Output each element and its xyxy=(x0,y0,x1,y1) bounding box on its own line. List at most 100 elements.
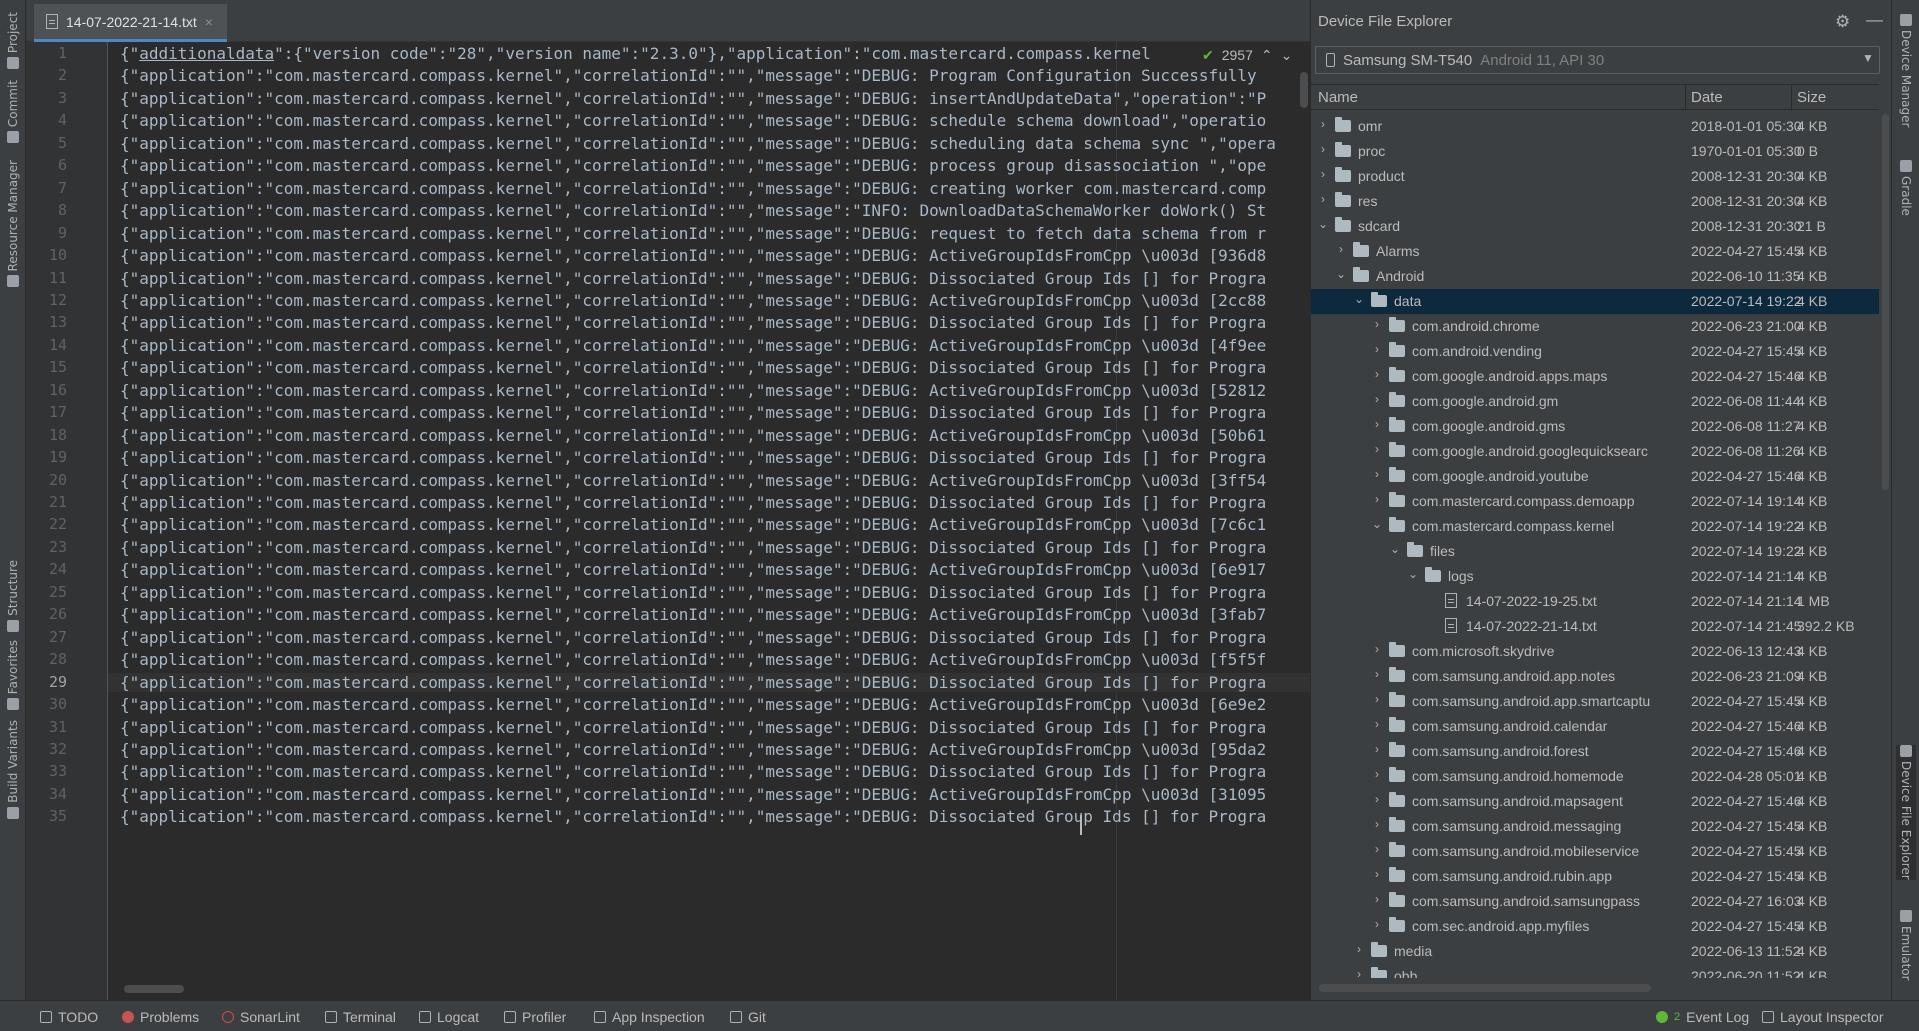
tree-folder-row[interactable]: › com.samsung.android.samsungpass 2022-04-… xyxy=(1311,889,1879,914)
tree-folder-row[interactable]: › res 2008-12-31 20:30 4 KB xyxy=(1311,189,1879,214)
chevron-right-icon[interactable]: › xyxy=(1334,242,1348,256)
editor-vertical-scrollbar[interactable] xyxy=(1300,72,1308,108)
code-area[interactable]: {"additionaldata":{"version code":"28","… xyxy=(108,42,1310,1000)
chevron-right-icon[interactable]: › xyxy=(1370,467,1384,481)
tree-folder-row[interactable]: › com.microsoft.skydrive 2022-06-13 12:43 4… xyxy=(1311,639,1879,664)
chevron-right-icon[interactable]: › xyxy=(1370,367,1384,381)
tool-button-app-inspection[interactable]: App Inspection xyxy=(594,1009,705,1025)
tree-folder-row[interactable]: ⌄ files 2022-07-14 19:22 4 KB xyxy=(1311,539,1879,564)
tree-file-row[interactable]: 14-07-2022-21-14.txt 2022-07-14 21:45 392.… xyxy=(1311,614,1879,639)
left-tool-tab-resource-manager[interactable]: Resource Manager xyxy=(3,160,23,288)
gear-icon[interactable]: ⚙ xyxy=(1835,12,1850,32)
chevron-down-icon[interactable]: ⌄ xyxy=(1281,47,1293,64)
tree-folder-row[interactable]: › com.samsung.android.app.notes 2022-06-23… xyxy=(1311,664,1879,689)
chevron-right-icon[interactable]: › xyxy=(1316,142,1330,156)
chevron-right-icon[interactable]: › xyxy=(1370,817,1384,831)
tree-folder-row[interactable]: › omr 2018-01-01 05:30 4 KB xyxy=(1311,114,1879,139)
chevron-right-icon[interactable]: › xyxy=(1370,867,1384,881)
chevron-down-icon[interactable]: ⌄ xyxy=(1370,517,1384,531)
chevron-right-icon[interactable]: › xyxy=(1316,117,1330,131)
left-tool-tab-favorites[interactable]: Favorites xyxy=(3,640,23,711)
left-tool-tab-build-variants[interactable]: Build Variants xyxy=(3,720,23,819)
chevron-up-icon[interactable]: ⌃ xyxy=(1261,47,1273,64)
tree-folder-row[interactable]: › com.google.android.googlequicksearc 2022… xyxy=(1311,439,1879,464)
tree-folder-row[interactable]: ⌄ com.mastercard.compass.kernel 2022-07-14… xyxy=(1311,514,1879,539)
column-name[interactable]: Name xyxy=(1318,89,1358,106)
tool-button-todo[interactable]: TODO xyxy=(40,1009,98,1025)
tree-folder-row[interactable]: › com.samsung.android.calendar 2022-04-27 … xyxy=(1311,714,1879,739)
chevron-right-icon[interactable]: › xyxy=(1370,417,1384,431)
tree-folder-row[interactable]: › com.android.chrome 2022-06-23 21:00 4 KB xyxy=(1311,314,1879,339)
close-tab-icon[interactable]: × xyxy=(205,14,213,30)
chevron-right-icon[interactable]: › xyxy=(1370,342,1384,356)
chevron-right-icon[interactable]: › xyxy=(1370,642,1384,656)
right-tool-tab-gradle[interactable]: Gradle xyxy=(1896,160,1916,216)
chevron-right-icon[interactable]: › xyxy=(1370,692,1384,706)
tree-folder-row[interactable]: › com.sec.android.app.myfiles 2022-04-27 1… xyxy=(1311,914,1879,939)
column-size[interactable]: Size xyxy=(1797,89,1826,106)
chevron-right-icon[interactable]: › xyxy=(1370,492,1384,506)
tool-button-sonarlint[interactable]: SonarLint xyxy=(222,1009,300,1025)
tree-folder-row[interactable]: › com.android.vending 2022-04-27 15:45 4 KB xyxy=(1311,339,1879,364)
tree-folder-row[interactable]: › com.google.android.gms 2022-06-08 11:27 4… xyxy=(1311,414,1879,439)
chevron-right-icon[interactable]: › xyxy=(1316,167,1330,181)
chevron-right-icon[interactable]: › xyxy=(1370,767,1384,781)
tree-folder-row[interactable]: ⌄ sdcard 2008-12-31 20:30 21 B xyxy=(1311,214,1879,239)
tree-folder-row[interactable]: ⌄ data 2022-07-14 19:22 4 KB xyxy=(1311,289,1879,314)
tree-folder-row[interactable]: › com.samsung.android.mobileservice 2022-0… xyxy=(1311,839,1879,864)
tree-folder-row[interactable]: › obb 2022-06-20 11:52 4 KB xyxy=(1311,964,1879,978)
tree-folder-row[interactable]: › media 2022-06-13 11:52 4 KB xyxy=(1311,939,1879,964)
chevron-right-icon[interactable]: › xyxy=(1370,842,1384,856)
explorer-horizontal-scrollbar[interactable] xyxy=(1319,984,1651,992)
tree-folder-row[interactable]: › com.google.android.apps.maps 2022-04-27 … xyxy=(1311,364,1879,389)
inspection-widget[interactable]: ✔ 2957 ⌃ ⌄ xyxy=(1194,44,1301,66)
tool-button-problems[interactable]: Problems xyxy=(122,1009,199,1025)
tool-button-terminal[interactable]: Terminal xyxy=(325,1009,396,1025)
chevron-right-icon[interactable]: › xyxy=(1370,317,1384,331)
tree-folder-row[interactable]: › com.samsung.android.rubin.app 2022-04-27… xyxy=(1311,864,1879,889)
device-selector[interactable]: Samsung SM-T540 Android 11, API 30 ▼ xyxy=(1315,46,1880,74)
chevron-down-icon[interactable]: ⌄ xyxy=(1316,217,1330,231)
tree-folder-row[interactable]: › com.samsung.android.forest 2022-04-27 15… xyxy=(1311,739,1879,764)
right-tool-tab-device-file-explorer[interactable]: Device File Explorer xyxy=(1896,745,1916,880)
right-tool-tab-emulator[interactable]: Emulator xyxy=(1896,910,1916,981)
chevron-down-icon[interactable]: ⌄ xyxy=(1352,292,1366,306)
left-tool-tab-commit[interactable]: Commit xyxy=(3,80,23,144)
chevron-down-icon[interactable]: ⌄ xyxy=(1406,567,1420,581)
tree-folder-row[interactable]: › com.samsung.android.mapsagent 2022-04-27… xyxy=(1311,789,1879,814)
column-divider[interactable] xyxy=(1791,85,1792,111)
tool-button-profiler[interactable]: Profiler xyxy=(504,1009,566,1025)
tool-button-event-log[interactable]: 2 Event Log xyxy=(1656,1009,1749,1025)
chevron-down-icon[interactable]: ⌄ xyxy=(1334,267,1348,281)
tree-file-row[interactable]: 14-07-2022-19-25.txt 2022-07-14 21:14 1 MB xyxy=(1311,589,1879,614)
editor-horizontal-scrollbar[interactable] xyxy=(124,985,184,993)
left-tool-tab-project[interactable]: Project xyxy=(3,12,23,70)
chevron-right-icon[interactable]: › xyxy=(1352,942,1366,956)
column-divider[interactable] xyxy=(1685,85,1686,111)
editor-file-tab[interactable]: 14-07-2022-21-14.txt × xyxy=(34,4,227,42)
column-date[interactable]: Date xyxy=(1691,89,1723,106)
tree-folder-row[interactable]: › product 2008-12-31 20:30 4 KB xyxy=(1311,164,1879,189)
tree-folder-row[interactable]: › com.samsung.android.app.smartcaptu 2022-… xyxy=(1311,689,1879,714)
tree-folder-row[interactable]: ⌄ logs 2022-07-14 21:14 4 KB xyxy=(1311,564,1879,589)
chevron-right-icon[interactable]: › xyxy=(1370,442,1384,456)
chevron-right-icon[interactable]: › xyxy=(1370,717,1384,731)
chevron-right-icon[interactable]: › xyxy=(1370,742,1384,756)
tree-folder-row[interactable]: › Alarms 2022-04-27 15:45 4 KB xyxy=(1311,239,1879,264)
tree-folder-row[interactable]: › proc 1970-01-01 05:30 0 B xyxy=(1311,139,1879,164)
chevron-right-icon[interactable]: › xyxy=(1352,967,1366,978)
chevron-right-icon[interactable]: › xyxy=(1370,392,1384,406)
chevron-right-icon[interactable]: › xyxy=(1370,892,1384,906)
tool-button-git[interactable]: Git xyxy=(730,1009,766,1025)
tree-folder-row[interactable]: › com.google.android.youtube 2022-04-27 15… xyxy=(1311,464,1879,489)
tree-folder-row[interactable]: › com.mastercard.compass.demoapp 2022-07-1… xyxy=(1311,489,1879,514)
tree-folder-row[interactable]: › com.samsung.android.homemode 2022-04-28 … xyxy=(1311,764,1879,789)
chevron-right-icon[interactable]: › xyxy=(1370,792,1384,806)
tree-folder-row[interactable]: › com.google.android.gm 2022-06-08 11:44 4 … xyxy=(1311,389,1879,414)
tree-folder-row[interactable]: › com.samsung.android.messaging 2022-04-27… xyxy=(1311,814,1879,839)
tool-button-layout-inspector[interactable]: Layout Inspector xyxy=(1762,1009,1884,1025)
chevron-right-icon[interactable]: › xyxy=(1370,667,1384,681)
right-tool-tab-device-manager[interactable]: Device Manager xyxy=(1896,14,1916,127)
left-tool-tab-structure[interactable]: Structure xyxy=(3,560,23,632)
chevron-right-icon[interactable]: › xyxy=(1316,192,1330,206)
